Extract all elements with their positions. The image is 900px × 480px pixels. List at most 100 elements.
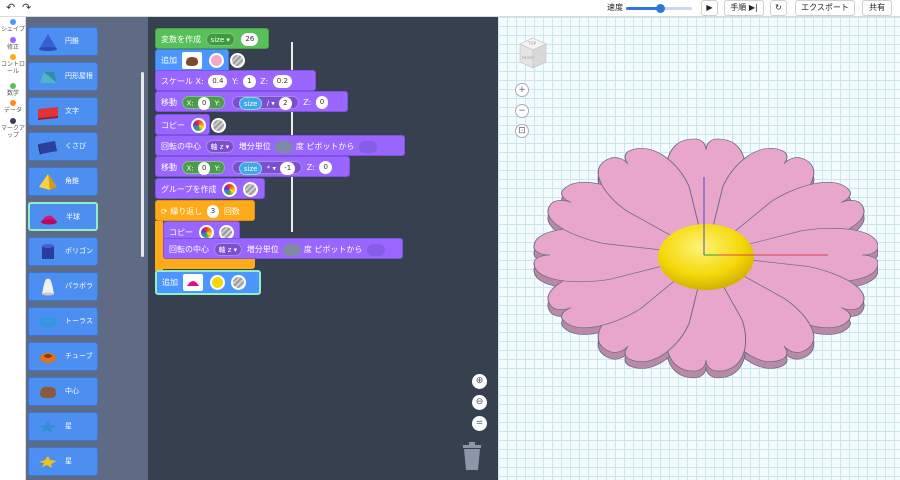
move-block-1[interactable]: 移動 X: 0 Y: size / ▾ 2 Z: 0	[155, 91, 348, 112]
increment-input[interactable]	[283, 243, 302, 256]
block-label: 回転の中心	[169, 245, 209, 254]
x-label: X:	[186, 99, 194, 108]
pyramid-icon	[39, 174, 57, 190]
no-color-swatch[interactable]	[230, 275, 246, 290]
star-icon	[39, 421, 57, 433]
category-shape[interactable]: シェイプ	[0, 19, 26, 33]
category-label: コントロール	[0, 61, 25, 75]
palette-block-half-sphere[interactable]: 半球	[28, 202, 98, 231]
redo-arrow-icon[interactable]: ↷	[22, 1, 31, 14]
half-sphere-icon	[41, 215, 57, 225]
pivot-input[interactable]	[366, 243, 385, 256]
color-swatch[interactable]	[210, 275, 226, 290]
unit-label: 度	[303, 245, 312, 254]
reset-button[interactable]: ↻	[770, 0, 787, 16]
palette-block-star-2[interactable]: 星	[28, 447, 98, 476]
rainbow-color-swatch[interactable]	[222, 182, 238, 197]
variable-value-input[interactable]: 26	[241, 33, 259, 46]
category-control[interactable]: コントロール	[0, 54, 26, 75]
axis-dropdown[interactable]: 軸 z ▾	[213, 243, 243, 256]
palette-block-paraboloid[interactable]: パラボラ	[28, 272, 98, 301]
scale-y-input[interactable]: 1	[243, 75, 256, 88]
divide-operator[interactable]: size / ▾ 2	[231, 96, 299, 110]
size-variable[interactable]: size	[238, 97, 263, 110]
viewport-zoom-out-button[interactable]: −	[515, 104, 529, 118]
palette-block-torus[interactable]: トーラス	[28, 307, 98, 336]
rainbow-color-swatch[interactable]	[190, 118, 206, 133]
block-label: グループを作成	[161, 185, 217, 194]
viewport-zoom-in-button[interactable]: +	[515, 83, 529, 97]
create-group-block[interactable]: グループを作成	[155, 178, 265, 199]
move-block-2[interactable]: 移動 X: 0 Y: size * ▾ -1 Z: 0	[155, 156, 350, 177]
palette-block-wedge[interactable]: くさび	[28, 132, 98, 161]
tube-icon	[40, 353, 56, 363]
block-label: 回転の中心	[161, 142, 201, 151]
category-math[interactable]: 数学	[0, 83, 26, 97]
scale-x-input[interactable]: 0.4	[208, 75, 228, 88]
increment-input[interactable]	[275, 140, 294, 153]
palette-block-star-1[interactable]: 星	[28, 412, 98, 441]
create-variable-block[interactable]: 変数を作成 size ▾ 26	[155, 28, 269, 49]
scale-z-input[interactable]: 0.2	[272, 75, 292, 88]
speed-slider-knob[interactable]	[656, 4, 666, 13]
operator-label: /	[266, 99, 270, 108]
no-color-swatch[interactable]	[242, 182, 258, 197]
color-swatch[interactable]	[209, 53, 225, 68]
speed-slider[interactable]	[626, 4, 692, 13]
palette-block-cone[interactable]: 円錐	[28, 27, 98, 56]
z-label: Z:	[303, 98, 312, 107]
repeat-count-input[interactable]: 3	[206, 205, 220, 218]
variable-dropdown[interactable]: size ▾	[205, 33, 235, 46]
palette-block-polygon[interactable]: ポリゴン	[28, 237, 98, 266]
axis-dropdown[interactable]: 軸 z ▾	[205, 140, 235, 153]
zoom-in-button[interactable]: ⊕	[472, 374, 487, 389]
step-button[interactable]: 手順 ▶|	[724, 0, 764, 16]
play-button[interactable]: ▶	[701, 0, 718, 16]
category-modify[interactable]: 修正	[0, 37, 26, 51]
shape-thumbnail-rounded[interactable]	[181, 52, 202, 69]
palette-block-center[interactable]: 中心	[28, 377, 98, 406]
rotate-block-1[interactable]: 回転の中心 軸 z ▾ 増分単位 度 ピボットから	[155, 135, 405, 156]
viewport-fit-button[interactable]: ⊡	[515, 124, 529, 138]
move-x-input[interactable]: 0	[197, 162, 211, 175]
divisor-input[interactable]: 2	[279, 97, 292, 110]
category-markup[interactable]: マークアップ	[0, 118, 26, 139]
size-variable[interactable]: size	[238, 162, 263, 175]
multiply-operator[interactable]: size * ▾ -1	[231, 161, 303, 175]
scale-block[interactable]: スケール X: 0.4 Y: 1 Z: 0.2	[155, 70, 316, 91]
undo-arrow-icon[interactable]: ↶	[6, 1, 15, 14]
palette-label: 円形屋根	[65, 72, 93, 80]
move-z-input[interactable]: 0	[319, 161, 332, 174]
export-button[interactable]: エクスポート	[795, 0, 855, 16]
palette-block-tube[interactable]: チューブ	[28, 342, 98, 371]
multiplier-input[interactable]: -1	[280, 162, 296, 175]
3d-viewport[interactable]: TOP FRONT + − ⊡	[498, 17, 900, 480]
share-button[interactable]: 共有	[862, 0, 892, 16]
z-label: Z:	[260, 77, 269, 86]
add-shape-block-2[interactable]: 追加	[155, 270, 261, 295]
block-label: コピー	[169, 228, 193, 237]
palette-block-text[interactable]: 文字	[28, 97, 98, 126]
category-label: 修正	[6, 44, 19, 51]
zoom-reset-button[interactable]: =	[472, 416, 487, 431]
copy-block-1[interactable]: コピー	[155, 114, 227, 135]
category-data[interactable]: データ	[0, 100, 26, 114]
trash-icon[interactable]	[461, 441, 483, 471]
view-cube-icon[interactable]: TOP FRONT	[518, 36, 548, 70]
block-label: 移動	[161, 163, 177, 172]
block-label: コピー	[161, 121, 185, 130]
palette-label: 角錐	[65, 177, 79, 185]
shape-thumbnail-half-sphere[interactable]	[182, 274, 203, 291]
repeat-block[interactable]: ⟳ 繰り返し 3 回数	[155, 200, 255, 221]
no-color-swatch[interactable]	[211, 118, 227, 133]
palette-block-pyramid[interactable]: 角錐	[28, 167, 98, 196]
move-x-input[interactable]: 0	[197, 97, 211, 110]
move-z-input[interactable]: 0	[315, 96, 329, 109]
no-color-swatch[interactable]	[229, 53, 245, 68]
paraboloid-icon	[42, 278, 54, 296]
zoom-out-button[interactable]: ⊖	[472, 395, 487, 410]
palette-scrollbar[interactable]	[141, 72, 144, 257]
rotate-block-2[interactable]: 回転の中心 軸 z ▾ 増分単位 度 ピボットから	[163, 238, 403, 259]
palette-block-round-roof[interactable]: 円形屋根	[28, 62, 98, 91]
pivot-input[interactable]	[358, 140, 377, 153]
